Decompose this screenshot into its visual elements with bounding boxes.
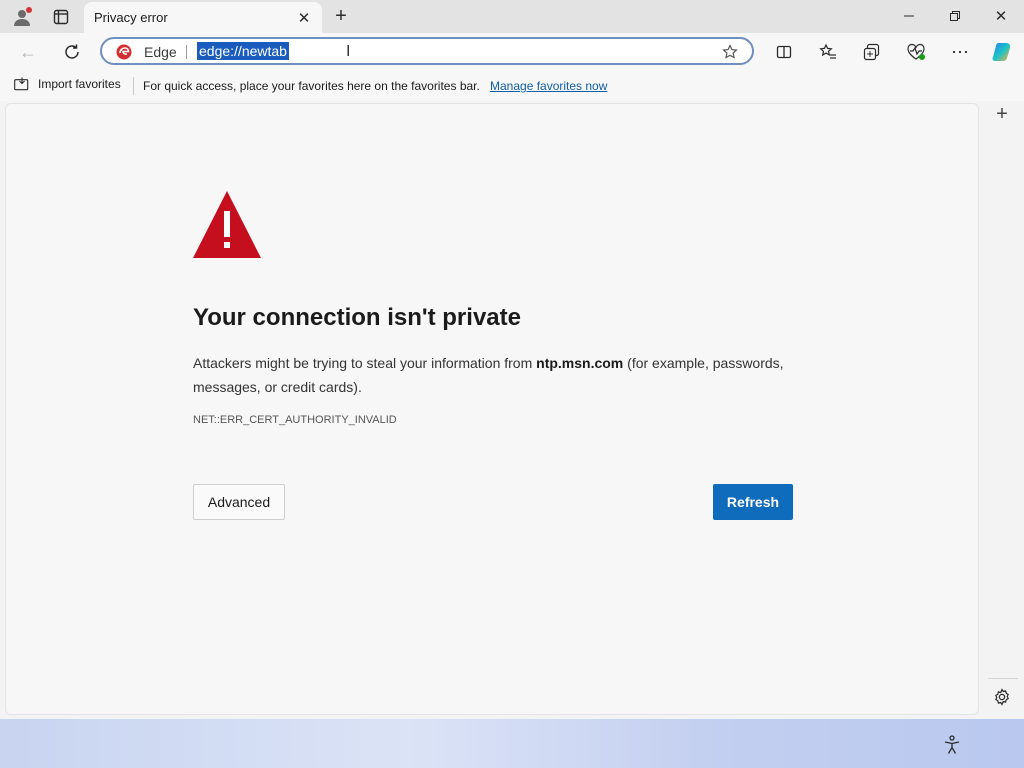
favorites-icon[interactable] — [816, 40, 840, 64]
host-name: ntp.msn.com — [536, 355, 624, 371]
tab-strip: Privacy error ✕ + ✕ — [0, 0, 1024, 33]
sidebar: + — [984, 101, 1024, 718]
favorites-divider — [133, 77, 134, 95]
split-screen-icon[interactable] — [772, 40, 796, 64]
refresh-button[interactable]: Refresh — [713, 484, 793, 520]
copilot-icon[interactable] — [990, 40, 1014, 64]
description-text-start: Attackers might be trying to steal your … — [193, 355, 537, 371]
import-favorites-label: Import favorites — [38, 77, 121, 91]
workspaces-icon[interactable] — [50, 6, 72, 28]
import-icon — [14, 77, 30, 91]
sidebar-add-icon[interactable]: + — [989, 101, 1015, 127]
tab-title: Privacy error — [94, 10, 168, 25]
sidebar-divider — [988, 678, 1018, 679]
sidebar-settings-gear-icon[interactable] — [989, 684, 1015, 710]
more-options-icon[interactable]: ⋯ — [948, 40, 972, 64]
profile-avatar-icon[interactable] — [10, 5, 34, 29]
toolbar: ← Edge edge://newtab I ⋯ — [0, 33, 1024, 71]
site-identity-label[interactable]: Edge — [144, 44, 177, 60]
accessibility-icon[interactable] — [940, 733, 964, 757]
minimize-icon[interactable] — [896, 6, 922, 26]
advanced-button[interactable]: Advanced — [193, 484, 285, 520]
address-bar[interactable]: Edge edge://newtab I — [100, 37, 754, 65]
window-close-icon[interactable]: ✕ — [988, 6, 1014, 26]
favorite-star-icon[interactable] — [720, 42, 740, 62]
favorites-hint: For quick access, place your favorites h… — [143, 79, 480, 93]
manage-favorites-link[interactable]: Manage favorites now — [490, 79, 607, 93]
close-icon[interactable]: ✕ — [294, 8, 314, 28]
restore-icon[interactable] — [942, 6, 968, 26]
warning-triangle-icon — [193, 191, 261, 259]
refresh-icon[interactable] — [60, 40, 84, 64]
favorites-bar: Import favorites For quick access, place… — [0, 71, 1024, 101]
import-favorites-button[interactable]: Import favorites — [14, 77, 121, 91]
page-title: Your connection isn't private — [193, 304, 521, 331]
omnibox-divider — [186, 45, 187, 59]
error-code[interactable]: NET::ERR_CERT_AUTHORITY_INVALID — [193, 414, 397, 426]
collections-icon[interactable] — [860, 40, 884, 64]
error-page: Your connection isn't private Attackers … — [5, 103, 979, 715]
text-cursor-icon: I — [346, 43, 351, 60]
desktop-background — [0, 719, 1024, 768]
browser-essentials-icon[interactable] — [904, 40, 928, 64]
error-description: Attackers might be trying to steal your … — [193, 351, 793, 399]
tab-privacy-error[interactable]: Privacy error ✕ — [84, 2, 322, 33]
url-input[interactable]: edge://newtab — [197, 42, 289, 60]
edge-logo-icon — [116, 44, 132, 60]
back-arrow-icon[interactable]: ← — [16, 40, 40, 64]
new-tab-plus-icon[interactable]: + — [330, 5, 352, 27]
